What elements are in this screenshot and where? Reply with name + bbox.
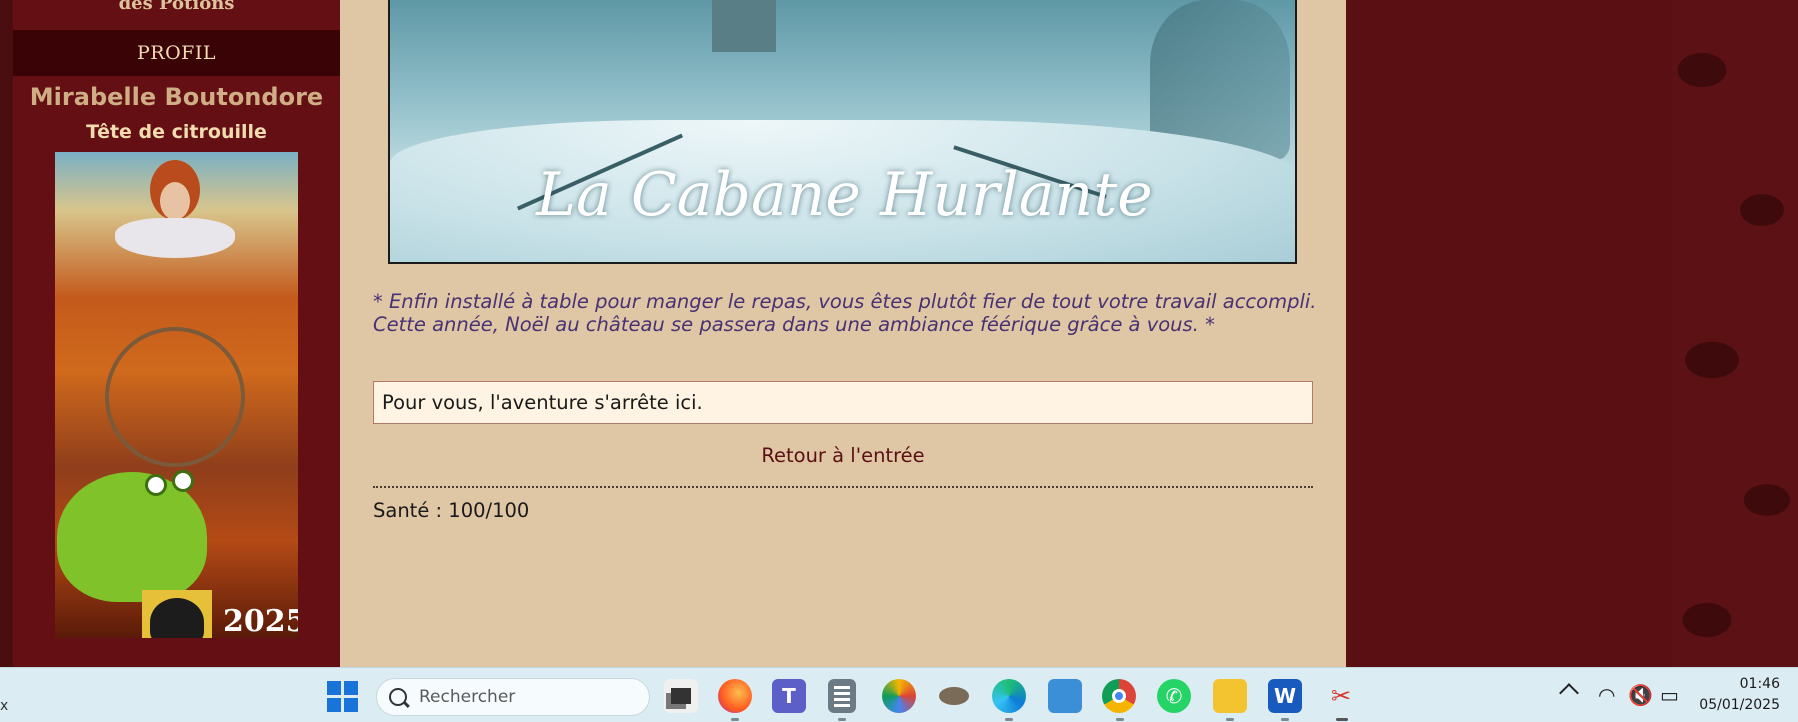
- running-indicator: [1226, 718, 1234, 721]
- portrait-collar: [115, 218, 235, 258]
- firefox-icon[interactable]: [718, 679, 752, 713]
- taskbar-search[interactable]: [376, 678, 650, 716]
- file-explorer-icon[interactable]: [1213, 679, 1247, 713]
- control-panel-icon[interactable]: [1048, 679, 1082, 713]
- clock-date: 05/01/2025: [1699, 697, 1780, 713]
- search-input[interactable]: [419, 687, 629, 707]
- end-message-box: Pour vous, l'aventure s'arrête ici.: [373, 381, 1313, 424]
- house-badge-icon: [142, 590, 212, 638]
- sidebar-cut-heading: des Potions: [118, 0, 235, 14]
- health-status: Santé : 100/100: [373, 499, 530, 522]
- sidebar: des Potions PROFIL Mirabelle Boutondore …: [13, 0, 340, 667]
- chrome-icon[interactable]: [1102, 679, 1136, 713]
- gimp-icon[interactable]: [937, 679, 971, 713]
- right-decorative-pattern: [1672, 0, 1798, 667]
- dotted-divider: [373, 486, 1313, 488]
- character-portrait: 2025: [55, 152, 298, 638]
- portrait-year: 2025: [223, 604, 298, 638]
- paint-icon[interactable]: [882, 679, 916, 713]
- calculator-icon[interactable]: [828, 679, 856, 713]
- running-indicator: [838, 718, 846, 721]
- profile-header[interactable]: PROFIL: [13, 30, 340, 76]
- task-view-icon[interactable]: [664, 679, 698, 713]
- chevron-up-icon[interactable]: [1559, 683, 1579, 703]
- taskbar-left-label: x: [0, 698, 9, 714]
- teams-icon[interactable]: T: [772, 679, 806, 713]
- start-button[interactable]: [327, 681, 359, 713]
- wifi-icon[interactable]: ◠: [1598, 683, 1615, 707]
- narration-text: * Enfin installé à table pour manger le …: [373, 290, 1317, 336]
- frog-eye: [145, 474, 167, 496]
- clock-time: 01:46: [1739, 676, 1780, 692]
- running-indicator: [1005, 718, 1013, 721]
- whatsapp-icon[interactable]: ✆: [1157, 679, 1191, 713]
- system-clock[interactable]: 01:46 05/01/2025: [1699, 674, 1780, 716]
- volume-muted-icon[interactable]: 🔇: [1628, 683, 1653, 707]
- portrait-face: [160, 182, 190, 220]
- running-indicator: [1281, 718, 1289, 721]
- battery-icon[interactable]: ▭: [1660, 683, 1679, 707]
- word-icon[interactable]: W: [1268, 679, 1302, 713]
- main-content: La Cabane Hurlante * Enfin installé à ta…: [340, 0, 1346, 667]
- running-indicator: [1336, 718, 1348, 721]
- running-indicator: [1116, 718, 1124, 721]
- portrait-bicycle-wheel: [105, 327, 245, 467]
- character-name: Mirabelle Boutondore: [29, 83, 324, 111]
- snipping-tool-icon[interactable]: ✂: [1324, 679, 1358, 713]
- banner-title: La Cabane Hurlante: [536, 160, 1153, 230]
- search-icon: [389, 688, 407, 706]
- banner-door: [712, 0, 776, 52]
- frog-eye: [172, 470, 194, 492]
- edge-icon[interactable]: [992, 679, 1026, 713]
- left-decorative-pattern: [0, 0, 13, 667]
- location-banner: La Cabane Hurlante: [388, 0, 1297, 264]
- taskbar: x T ✆ W ✂ ◠ 🔇 ▭ 01:46 05/01/2025: [0, 667, 1798, 722]
- running-indicator: [731, 718, 739, 721]
- character-title: Tête de citrouille: [86, 121, 267, 143]
- return-link[interactable]: Retour à l'entrée: [373, 444, 1313, 467]
